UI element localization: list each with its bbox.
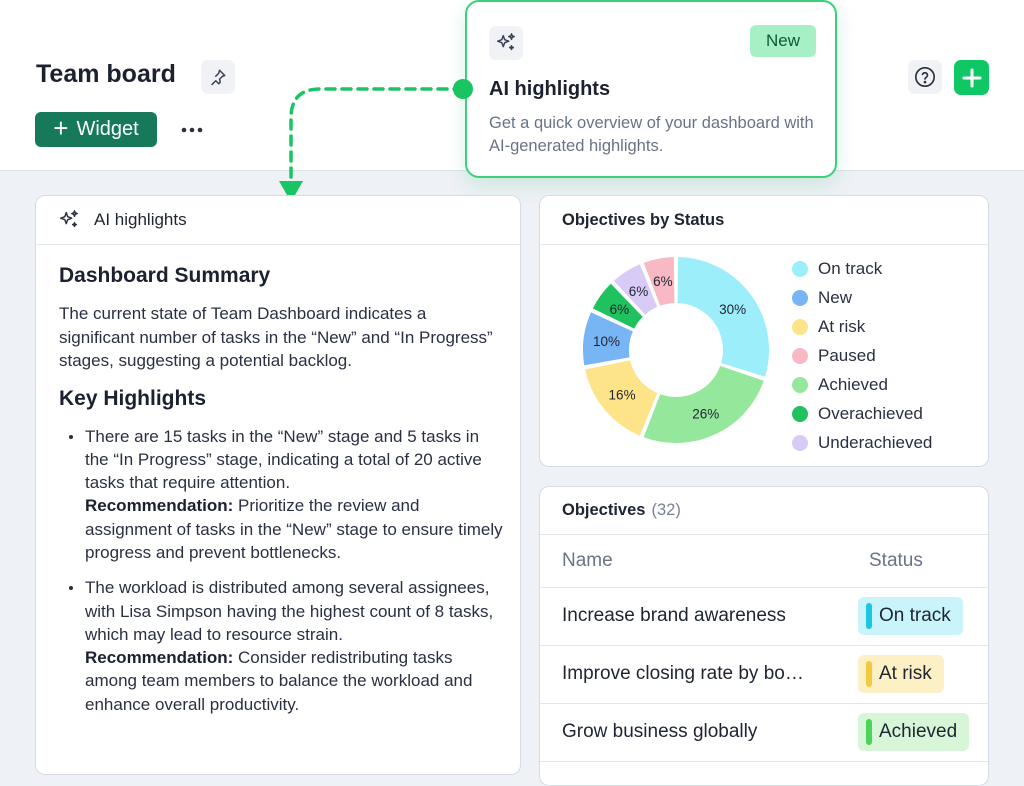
- legend-swatch: [792, 318, 808, 335]
- table-header: Name Status: [540, 535, 988, 588]
- status-badge[interactable]: Achieved: [858, 713, 970, 751]
- legend-item[interactable]: Paused: [792, 341, 932, 370]
- legend-swatch: [792, 289, 808, 306]
- status-indicator: [866, 661, 872, 687]
- highlights-list: There are 15 tasks in the “New” stage an…: [59, 425, 504, 717]
- page-title: Team board: [36, 60, 176, 88]
- status-label: At risk: [879, 663, 932, 684]
- legend-item[interactable]: Underachieved: [792, 428, 932, 457]
- status-badge[interactable]: On track: [858, 597, 963, 635]
- card-title: Objectives by Status: [562, 210, 725, 229]
- donut-label: 6%: [610, 302, 630, 317]
- summary-heading: Dashboard Summary: [59, 264, 271, 287]
- add-widget-button[interactable]: + Widget: [35, 112, 157, 147]
- legend-swatch: [792, 434, 808, 451]
- new-badge: New: [750, 25, 816, 57]
- summary-text: The current state of Team Dashboard indi…: [59, 304, 493, 370]
- highlight-text: The workload is distributed among severa…: [85, 578, 494, 644]
- objectives-by-status-card: Objectives by Status 30% 26% 16% 10% 6% 6% 6% …: [539, 195, 989, 467]
- legend-label: Underachieved: [818, 432, 933, 452]
- highlight-text: There are 15 tasks in the “New” stage an…: [85, 426, 482, 493]
- popover-title: AI highlights: [489, 78, 611, 100]
- legend-item[interactable]: On track: [792, 254, 932, 283]
- legend-label: At risk: [818, 316, 866, 336]
- legend-item[interactable]: Achieved: [792, 370, 932, 399]
- sparkles-icon-wrap: [489, 26, 523, 60]
- objectives-count: (32): [651, 501, 681, 519]
- card-header: AI highlights: [36, 196, 520, 245]
- recommendation-label: Recommendation:: [85, 496, 234, 516]
- donut-label: 6%: [629, 284, 649, 299]
- status-indicator: [866, 603, 872, 629]
- chart-legend: On track New At risk Paused Achieved Overachi…: [792, 254, 932, 457]
- pin-icon: [211, 69, 226, 86]
- objectives-card: Objectives (32) Name Status Increase bra…: [539, 486, 989, 786]
- more-horizontal-icon: [181, 127, 203, 133]
- legend-label: Overachieved: [818, 403, 923, 423]
- table-row[interactable]: Improve closing rate by bo… At risk: [540, 645, 988, 704]
- table-row[interactable]: Grow business globally Achieved: [540, 703, 988, 762]
- key-highlights-heading: Key Highlights: [59, 386, 207, 410]
- more-options-button[interactable]: [178, 116, 206, 144]
- legend-swatch: [792, 260, 808, 277]
- donut-slice-achieved[interactable]: [641, 363, 767, 445]
- status-label: On track: [879, 605, 951, 626]
- objective-name[interactable]: Improve closing rate by bo…: [562, 663, 840, 685]
- ai-highlights-body: Dashboard Summary The current state of T…: [59, 264, 504, 728]
- donut-label: 30%: [719, 302, 746, 317]
- legend-swatch: [792, 405, 808, 422]
- card-title: Objectives: [562, 501, 646, 519]
- legend-label: Paused: [818, 345, 876, 365]
- add-widget-label: Widget: [76, 118, 139, 140]
- legend-item[interactable]: Overachieved: [792, 399, 932, 428]
- popover-description: Get a quick overview of your dashboard w…: [489, 114, 814, 155]
- legend-label: On track: [818, 258, 883, 278]
- legend-label: New: [818, 287, 853, 307]
- sparkles-icon: [60, 210, 78, 228]
- donut-label: 16%: [609, 388, 636, 403]
- plus-icon: +: [53, 113, 69, 143]
- legend-swatch: [792, 347, 808, 364]
- card-title: AI highlights: [94, 210, 187, 229]
- ai-highlights-card: AI highlights Dashboard Summary The curr…: [35, 195, 521, 775]
- objective-name[interactable]: Increase brand awareness: [562, 605, 840, 627]
- ai-highlights-popover: New AI highlights Get a quick overview o…: [465, 0, 837, 178]
- donut-label: 6%: [653, 274, 673, 289]
- sparkles-icon: [497, 33, 515, 51]
- status-badge[interactable]: At risk: [858, 655, 944, 693]
- objective-name[interactable]: Grow business globally: [562, 721, 840, 743]
- add-button[interactable]: [954, 60, 989, 95]
- donut-slice-on-track[interactable]: [675, 254, 771, 380]
- legend-item[interactable]: New: [792, 283, 932, 312]
- status-label: Achieved: [879, 721, 958, 742]
- card-header: Objectives by Status: [540, 196, 988, 245]
- legend-item[interactable]: At risk: [792, 312, 932, 341]
- column-header-status[interactable]: Status: [869, 550, 923, 572]
- plus-icon: [962, 68, 981, 87]
- pin-button[interactable]: [201, 60, 235, 94]
- legend-label: Achieved: [818, 374, 888, 394]
- help-icon: [915, 67, 935, 87]
- status-donut-chart: 30% 26% 16% 10% 6% 6% 6%: [581, 254, 771, 445]
- card-header: Objectives (32): [540, 487, 988, 535]
- recommendation-label: Recommendation:: [85, 648, 234, 668]
- status-indicator: [866, 719, 872, 745]
- table-row[interactable]: Increase brand awareness On track: [540, 587, 988, 646]
- list-item: There are 15 tasks in the “New” stage an…: [59, 425, 504, 565]
- donut-label: 10%: [593, 334, 620, 349]
- list-item: The workload is distributed among severa…: [59, 576, 504, 716]
- column-header-name[interactable]: Name: [562, 550, 613, 572]
- help-button[interactable]: [908, 60, 942, 94]
- donut-label: 26%: [692, 406, 719, 421]
- legend-swatch: [792, 376, 808, 393]
